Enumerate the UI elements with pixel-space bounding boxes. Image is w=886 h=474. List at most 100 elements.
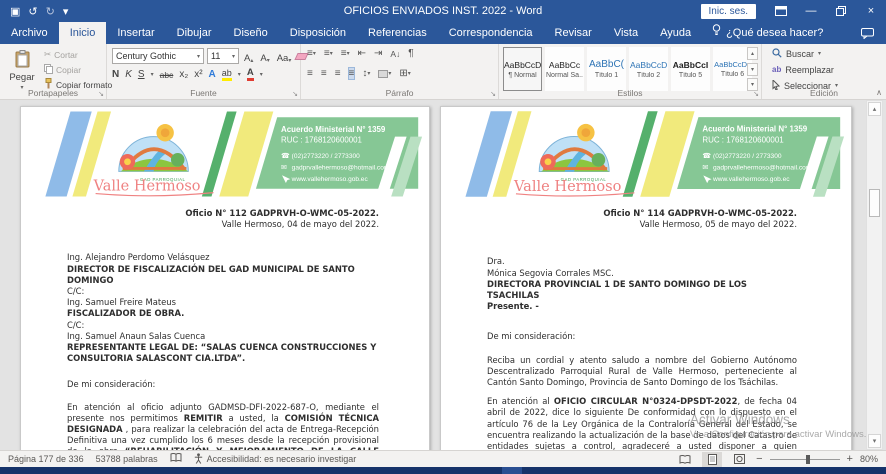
styles-scroll-up-icon[interactable]: ▴ bbox=[747, 47, 758, 60]
sort-icon[interactable]: A↓ bbox=[390, 49, 400, 59]
body-paragraph2-right: En atención al OFICIO CIRCULAR N°0324-DP… bbox=[487, 396, 797, 450]
font-size-combo[interactable]: 11▾ bbox=[207, 48, 239, 64]
style-normal[interactable]: AaBbCcD ¶ Normal bbox=[503, 47, 542, 91]
justify-icon[interactable]: ≡ bbox=[349, 68, 355, 79]
page-left[interactable]: GAD PARROQUIAL Valle Hermoso Acuerdo Min… bbox=[20, 106, 430, 450]
proofing-icon[interactable] bbox=[170, 453, 182, 465]
zoom-level[interactable]: 80% bbox=[860, 454, 878, 464]
replace-button[interactable]: ab Reemplazar bbox=[772, 63, 838, 76]
tab-insertar[interactable]: Insertar bbox=[106, 22, 165, 44]
sign-in-button[interactable]: Inic. ses. bbox=[701, 4, 756, 19]
save-icon[interactable]: ▣ bbox=[10, 5, 20, 18]
tab-revisar[interactable]: Revisar bbox=[544, 22, 603, 44]
zoom-out-icon[interactable]: − bbox=[756, 453, 762, 465]
text-line: Ing. Samuel Anaun Salas Cuenca bbox=[67, 331, 379, 342]
customize-qat-icon[interactable]: ▾ bbox=[63, 5, 69, 18]
email-text: gadprvallehermoso@hotmail.com bbox=[292, 164, 390, 171]
find-button[interactable]: Buscar ▾ bbox=[772, 47, 838, 60]
shading-icon[interactable]: ▾ bbox=[378, 70, 391, 78]
tell-me-box[interactable]: ¿Qué desea hacer? bbox=[702, 22, 833, 44]
redo-icon[interactable]: ↻ bbox=[46, 5, 55, 18]
style-titulo-2[interactable]: AaBbCcD Título 2 bbox=[629, 47, 668, 91]
tab-archivo[interactable]: Archivo bbox=[0, 22, 59, 44]
tab-dibujar[interactable]: Dibujar bbox=[166, 22, 223, 44]
copy-button[interactable]: Copiar bbox=[44, 63, 112, 76]
salutation-left: De mi consideración: bbox=[67, 379, 379, 390]
align-left-icon[interactable]: ≡ bbox=[307, 68, 313, 79]
comments-icon[interactable] bbox=[849, 22, 886, 44]
collapse-ribbon-icon[interactable]: ∧ bbox=[876, 88, 882, 97]
estilos-launcher-icon[interactable]: ↘ bbox=[753, 90, 759, 98]
numbered-list-icon[interactable]: ≡▾ bbox=[324, 48, 333, 59]
multilevel-list-icon[interactable]: ≡▾ bbox=[341, 48, 350, 59]
scroll-up-icon[interactable]: ▴ bbox=[868, 102, 881, 116]
close-button[interactable]: × bbox=[856, 0, 886, 22]
web-text: www.vallehermoso.gob.ec bbox=[712, 176, 790, 183]
decrease-indent-icon[interactable]: ⇤ bbox=[358, 48, 366, 59]
tab-inicio[interactable]: Inicio bbox=[59, 22, 107, 44]
italic-button[interactable]: K bbox=[125, 69, 132, 80]
ribbon-display-options-icon[interactable] bbox=[766, 0, 796, 22]
borders-icon[interactable]: ⊞▾ bbox=[399, 68, 410, 79]
underline-caret-icon[interactable]: ▾ bbox=[151, 71, 154, 78]
page-right[interactable]: GAD PARROQUIAL Valle Hermoso Acuerdo Min… bbox=[440, 106, 852, 450]
bullet-list-icon[interactable]: ≡▾ bbox=[307, 48, 316, 59]
fuente-launcher-icon[interactable]: ↘ bbox=[292, 90, 298, 98]
style-titulo-1[interactable]: AaBbC( Título 1 bbox=[587, 47, 626, 91]
tab-ayuda[interactable]: Ayuda bbox=[649, 22, 702, 44]
styles-scroll-down-icon[interactable]: ▾ bbox=[747, 63, 758, 76]
align-right-icon[interactable]: ≡ bbox=[335, 68, 341, 79]
line-spacing-icon[interactable]: ↕▾ bbox=[362, 68, 370, 79]
highlight-color-button[interactable]: ab bbox=[222, 69, 232, 81]
scrollbar-thumb[interactable] bbox=[869, 189, 880, 217]
paste-button[interactable]: Pegar ▾ bbox=[4, 47, 40, 93]
minimize-button[interactable]: — bbox=[796, 0, 826, 22]
tab-referencias[interactable]: Referencias bbox=[357, 22, 438, 44]
undo-icon[interactable]: ↺ bbox=[28, 5, 37, 18]
text-effects-button[interactable]: A bbox=[209, 69, 216, 80]
shrink-font-button[interactable]: A▾ bbox=[258, 48, 271, 64]
highlight-caret-icon[interactable]: ▾ bbox=[238, 71, 241, 78]
tab-vista[interactable]: Vista bbox=[603, 22, 649, 44]
change-case-button[interactable]: Aa▾ bbox=[275, 48, 294, 64]
web-layout-icon[interactable] bbox=[729, 452, 749, 467]
restore-button[interactable] bbox=[826, 0, 856, 22]
text-line: Dra. bbox=[487, 256, 797, 267]
read-mode-icon[interactable] bbox=[675, 452, 695, 467]
show-paragraph-marks-icon[interactable]: ¶ bbox=[408, 48, 413, 59]
parrafo-launcher-icon[interactable]: ↘ bbox=[490, 90, 496, 98]
tab-diseno[interactable]: Diseño bbox=[223, 22, 279, 44]
scroll-down-icon[interactable]: ▾ bbox=[868, 434, 881, 448]
font-color-caret-icon[interactable]: ▾ bbox=[260, 71, 263, 78]
group-portapapeles: Pegar ▾ ✂ Cortar Copiar bbox=[0, 44, 107, 99]
increase-indent-icon[interactable]: ⇥ bbox=[374, 48, 382, 59]
copy-icon bbox=[44, 64, 53, 76]
body-paragraph1-right: Reciba un cordial y atento saludo a nomb… bbox=[487, 355, 797, 389]
tab-correspondencia[interactable]: Correspondencia bbox=[438, 22, 544, 44]
superscript-button[interactable]: x² bbox=[194, 69, 202, 80]
accessibility-status[interactable]: Accesibilidad: es necesario investigar bbox=[194, 453, 357, 466]
zoom-in-icon[interactable]: + bbox=[847, 453, 853, 465]
font-family-combo[interactable]: Century Gothic▾ bbox=[112, 48, 204, 64]
mail-icon: ✉ bbox=[281, 164, 287, 171]
word-count[interactable]: 53788 palabras bbox=[96, 454, 158, 464]
underline-button[interactable]: S bbox=[138, 69, 145, 80]
subscript-button[interactable]: x₂ bbox=[179, 69, 188, 80]
recipient-block-left: Ing. Alejandro Perdomo VelásquezDIRECTOR… bbox=[67, 252, 379, 364]
grow-font-button[interactable]: A▴ bbox=[242, 48, 255, 64]
vertical-scrollbar[interactable]: ▴ ▾ bbox=[866, 100, 883, 450]
portapapeles-launcher-icon[interactable]: ↘ bbox=[98, 90, 104, 98]
style-normal-sa[interactable]: AaBbCc Normal Sa... bbox=[545, 47, 584, 91]
page-indicator[interactable]: Página 177 de 336 bbox=[8, 454, 84, 464]
print-layout-icon[interactable] bbox=[702, 452, 722, 467]
bold-button[interactable]: N bbox=[112, 69, 119, 80]
zoom-slider[interactable] bbox=[770, 452, 840, 467]
font-color-button[interactable]: A bbox=[247, 68, 254, 81]
style-titulo-5[interactable]: AaBbCcI Título 5 bbox=[671, 47, 710, 91]
align-center-icon[interactable]: ≡ bbox=[321, 68, 327, 79]
email-text: gadprvallehermoso@hotmail.com bbox=[713, 165, 812, 172]
cut-button[interactable]: ✂ Cortar bbox=[44, 48, 112, 61]
strikethrough-button[interactable]: abc bbox=[160, 70, 174, 80]
zoom-slider-thumb[interactable] bbox=[806, 455, 810, 464]
tab-disposicion[interactable]: Disposición bbox=[279, 22, 357, 44]
